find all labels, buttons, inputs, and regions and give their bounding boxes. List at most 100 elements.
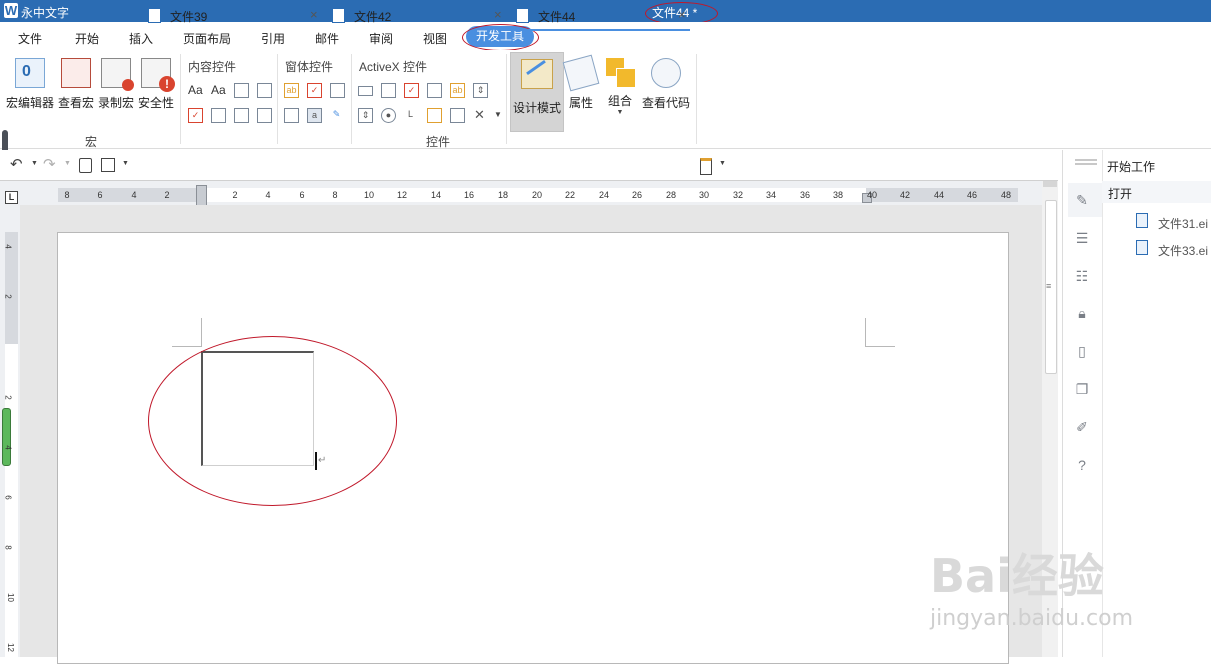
recent-file-1[interactable] — [1136, 213, 1148, 228]
group-dropdown-icon: ▼ — [616, 109, 624, 116]
building-block-control-icon[interactable] — [257, 83, 272, 98]
ribbon-separator — [506, 54, 507, 144]
record-macro-label: 录制宏 — [97, 96, 134, 110]
option-button-icon[interactable]: ● — [381, 108, 396, 123]
recent-file-2[interactable] — [1136, 240, 1148, 255]
ruler-number: 44 — [933, 190, 944, 200]
menu-insert[interactable]: 插入 — [129, 30, 153, 47]
view-code-icon — [651, 58, 681, 88]
group-label-controls: 控件 — [426, 135, 451, 149]
view-code-label: 查看代码 — [641, 96, 690, 110]
lock-icon[interactable]: 🔒︎ — [1075, 306, 1089, 320]
more-controls-dropdown-icon[interactable]: ▼ — [494, 110, 502, 119]
app-logo-icon: W — [4, 3, 18, 18]
dropdown-list-control-icon[interactable] — [234, 108, 249, 123]
vruler-number: 10 — [5, 593, 15, 602]
vruler-number: 4 — [3, 445, 13, 450]
form-checkbox-icon[interactable]: ✓ — [307, 83, 322, 98]
green-side-handle[interactable] — [2, 408, 11, 466]
doc-tab-3-active[interactable]: 文件44 × — [508, 0, 690, 31]
listbox-icon[interactable] — [381, 83, 396, 98]
doc-tab-label: 文件42 — [354, 10, 392, 24]
tab-stop-selector-icon[interactable]: L — [5, 191, 18, 204]
macro-security-button[interactable]: ! 安全性 — [137, 58, 175, 111]
ruler-number: 32 — [732, 190, 743, 200]
document-tab-strip — [0, 150, 1058, 181]
print-preview-icon[interactable] — [79, 158, 92, 173]
menu-view[interactable]: 视图 — [423, 30, 447, 47]
ruler-number: 38 — [832, 190, 843, 200]
ruler-number: 4 — [131, 190, 137, 200]
clipboard-icon[interactable]: ▯ — [1075, 344, 1089, 358]
recent-file-1-label[interactable]: 文件31.ei — [1158, 215, 1208, 232]
ruler-number: 4 — [265, 190, 271, 200]
doc-tab-1[interactable]: 文件39 × — [148, 0, 323, 29]
scroll-up-arrow[interactable] — [1043, 181, 1057, 187]
ruler-number: 28 — [665, 190, 676, 200]
menu-review[interactable]: 审阅 — [369, 30, 393, 47]
spin-button-icon[interactable]: ⇕ — [473, 83, 488, 98]
outline-icon[interactable]: ☷ — [1075, 269, 1089, 283]
ruler-number: 10 — [363, 190, 374, 200]
menu-file[interactable]: 文件 — [18, 30, 42, 47]
doc-tab-label: 文件39 — [170, 10, 208, 24]
close-icon[interactable]: × — [494, 7, 502, 22]
form-dropdown-icon[interactable] — [330, 83, 345, 98]
ribbon-separator — [696, 54, 697, 144]
view-code-button[interactable]: 查看代码 — [640, 58, 692, 111]
menu-page-layout[interactable]: 页面布局 — [183, 30, 231, 47]
new-document-dropdown-icon[interactable]: ▼ — [719, 160, 726, 167]
recent-file-2-label[interactable]: 文件33.ei — [1158, 242, 1208, 259]
activex-textbox-icon[interactable]: ab — [450, 83, 465, 98]
label-control-icon[interactable]: L — [404, 108, 417, 121]
field-shading-icon[interactable]: a — [307, 108, 322, 123]
picture-control-icon[interactable] — [234, 83, 249, 98]
panel-menu-icon[interactable] — [1075, 163, 1097, 165]
quick-access-dropdown-icon[interactable]: ▼ — [122, 160, 129, 167]
image-control-icon[interactable] — [427, 108, 442, 123]
frame-icon[interactable] — [284, 108, 299, 123]
group-button[interactable]: 组合 ▼ — [603, 58, 637, 117]
redo-icon[interactable]: ↷ — [43, 155, 56, 173]
save-icon[interactable] — [101, 158, 115, 172]
activex-combobox-icon[interactable] — [427, 83, 442, 98]
undo-icon[interactable]: ↶ — [10, 155, 23, 173]
doc-tab-2[interactable]: 文件42 × — [332, 0, 507, 29]
properties-button[interactable]: 属性 — [562, 54, 600, 111]
close-icon[interactable]: × — [310, 7, 318, 22]
combobox-control-icon[interactable] — [211, 108, 226, 123]
ruler-number: 46 — [966, 190, 977, 200]
help-icon[interactable]: ? — [1075, 458, 1089, 472]
menu-references[interactable]: 引用 — [261, 30, 285, 47]
design-mode-button[interactable]: 设计模式 — [510, 52, 564, 132]
checkbox-control-icon[interactable]: ✓ — [188, 108, 203, 123]
activex-checkbox-icon[interactable]: ✓ — [404, 83, 419, 98]
document-icon — [1136, 240, 1148, 255]
menu-home[interactable]: 开始 — [75, 30, 99, 47]
more-controls-icon[interactable]: ✕ — [473, 108, 486, 121]
sliders-icon[interactable]: ☰ — [1075, 231, 1089, 245]
undo-dropdown-icon[interactable]: ▼ — [31, 160, 38, 167]
ruler-number: 2 — [232, 190, 238, 200]
rich-text-control-button[interactable]: Aa — [188, 83, 203, 97]
macro-editor-button[interactable]: 0 宏编辑器 — [4, 58, 56, 111]
command-button-icon[interactable] — [358, 86, 373, 96]
group-label-macro: 宏 — [85, 135, 98, 149]
eraser-icon[interactable]: ✎ — [330, 108, 343, 121]
toggle-button-icon[interactable] — [450, 108, 465, 123]
close-icon[interactable]: × — [678, 7, 686, 22]
new-document-icon[interactable] — [700, 158, 712, 175]
pencil-icon[interactable]: ✎ — [1075, 193, 1089, 207]
activex-controls-label: ActiveX 控件 — [359, 60, 428, 74]
view-macros-button[interactable]: 查看宏 — [57, 58, 95, 111]
edit-icon[interactable]: ✐ — [1075, 420, 1089, 434]
record-macro-button[interactable]: 录制宏 — [96, 58, 136, 111]
scrollbar-control-icon[interactable]: ⇕ — [358, 108, 373, 123]
copy-icon[interactable]: ❐ — [1075, 382, 1089, 396]
menu-mailings[interactable]: 邮件 — [315, 30, 339, 47]
plain-text-control-button[interactable]: Aa — [211, 83, 226, 97]
view-macros-label: 查看宏 — [57, 96, 94, 110]
date-picker-control-icon[interactable] — [257, 108, 272, 123]
text-field-icon[interactable]: ab — [284, 83, 299, 98]
redo-dropdown-icon[interactable]: ▼ — [64, 160, 71, 167]
